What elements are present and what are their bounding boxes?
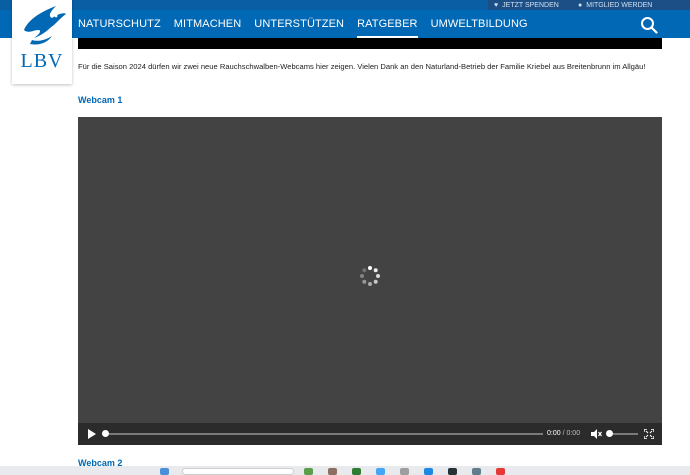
- progress-handle[interactable]: [102, 430, 109, 437]
- intro-text: Für die Saison 2024 dürfen wir zwei neue…: [78, 62, 646, 71]
- become-member-button[interactable]: ● MITGLIED WERDEN: [572, 0, 690, 10]
- progress-bar[interactable]: [105, 433, 543, 435]
- search-icon[interactable]: [640, 16, 658, 34]
- taskbar-icon[interactable]: [352, 468, 361, 475]
- fullscreen-icon[interactable]: [644, 429, 654, 439]
- logo-text: LBV: [20, 50, 64, 72]
- webcam-1-heading: Webcam 1: [78, 95, 123, 105]
- hero-image-strip: [78, 38, 662, 49]
- taskbar-icon[interactable]: [472, 468, 481, 475]
- time-display: 0:00 / 0:00: [547, 428, 580, 440]
- top-navigation-bar: ♥ JETZT SPENDEN ● MITGLIED WERDEN NATURS…: [0, 0, 690, 38]
- play-icon[interactable]: [87, 429, 97, 439]
- taskbar-icon[interactable]: [328, 468, 337, 475]
- taskbar-icon[interactable]: [400, 468, 409, 475]
- donate-button-label: JETZT SPENDEN: [502, 1, 559, 9]
- nav-item-umweltbildung[interactable]: UMWELTBILDUNG: [431, 11, 528, 38]
- taskbar-search[interactable]: [182, 468, 294, 475]
- people-icon: ●: [578, 1, 583, 9]
- bird-logo-icon: [24, 6, 66, 45]
- taskbar-icon[interactable]: [160, 468, 169, 475]
- heart-hand-icon: ♥: [494, 1, 499, 9]
- volume-handle[interactable]: [606, 430, 613, 437]
- current-time: 0:00: [547, 430, 561, 437]
- duration: 0:00: [566, 430, 581, 437]
- taskbar-icon[interactable]: [424, 468, 433, 475]
- main-nav: NATURSCHUTZ MITMACHEN UNTERSTÜTZEN RATGE…: [78, 11, 528, 38]
- donate-button[interactable]: ♥ JETZT SPENDEN: [488, 0, 574, 10]
- taskbar-icon[interactable]: [376, 468, 385, 475]
- nav-item-unterstuetzen[interactable]: UNTERSTÜTZEN: [254, 11, 344, 38]
- nav-item-naturschutz[interactable]: NATURSCHUTZ: [78, 11, 161, 38]
- loading-spinner-icon: [360, 266, 380, 286]
- taskbar-icon[interactable]: [448, 468, 457, 475]
- taskbar-icon[interactable]: [496, 468, 505, 475]
- video-controls: 0:00 / 0:00: [78, 423, 662, 445]
- os-taskbar: [0, 466, 690, 475]
- become-member-button-label: MITGLIED WERDEN: [586, 1, 653, 9]
- volume-icon[interactable]: [590, 428, 602, 440]
- taskbar-icon[interactable]: [304, 468, 313, 475]
- nav-item-ratgeber[interactable]: RATGEBER: [357, 11, 418, 38]
- nav-item-mitmachen[interactable]: MITMACHEN: [174, 11, 242, 38]
- video-player-webcam-1[interactable]: 0:00 / 0:00: [78, 117, 662, 445]
- lbv-logo[interactable]: LBV: [12, 0, 72, 84]
